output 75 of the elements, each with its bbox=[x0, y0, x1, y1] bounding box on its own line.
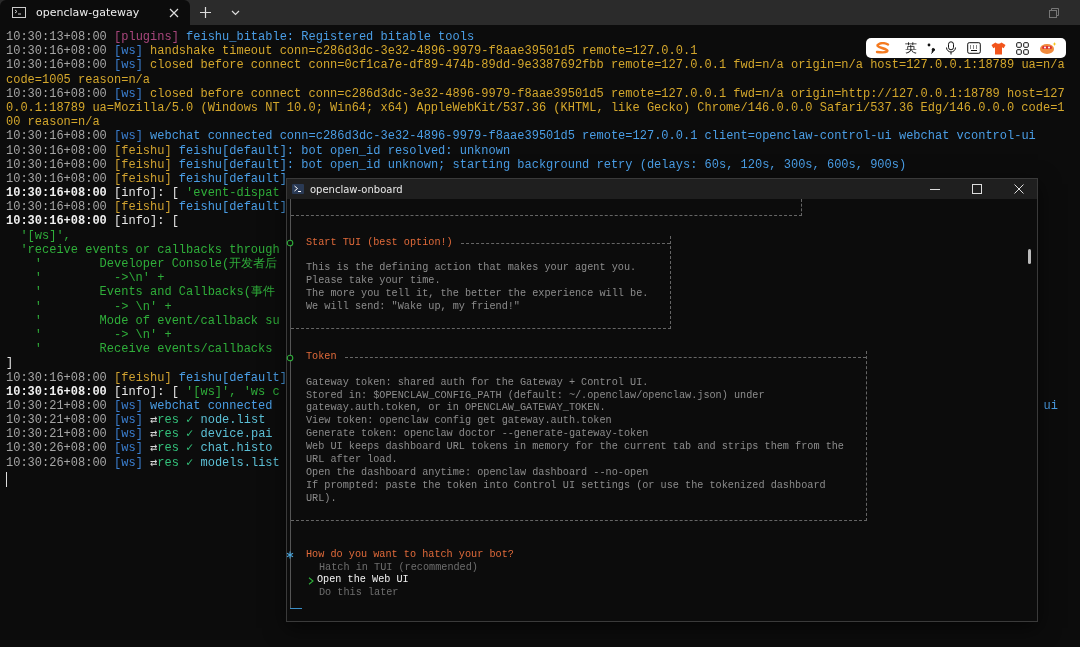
prompt-option[interactable]: Do this later bbox=[306, 587, 1037, 601]
log-line: ' ->\n' + bbox=[33, 271, 165, 286]
log-line: ' Receive events/callbacks bbox=[33, 342, 273, 357]
note-text: URL). bbox=[306, 492, 338, 506]
log-line: 10:30:16+08:00 [info]: [ 'event-dispat bbox=[6, 186, 280, 201]
window-title: openclaw-onboard bbox=[310, 183, 404, 195]
log-line: 10:30:26+08:00 [ws] ⇄res ✓ models.list bbox=[6, 455, 280, 470]
log-line: 10:30:16+08:00 [feishu] feishu[default]: bot open_id resolved: unknown bbox=[6, 143, 511, 158]
close-icon bbox=[1014, 184, 1024, 194]
log-line: ' Events and Callbacks(事件 bbox=[33, 285, 275, 300]
punctuation-icon bbox=[927, 42, 935, 54]
log-line: 10:30:16+08:00 [feishu] feishu[default] bbox=[6, 370, 287, 385]
log-line: 10:30:21+08:00 [ws] ⇄res ✓ node.list bbox=[6, 413, 266, 428]
note-text: Open the dashboard anytime: openclaw dashboard --no-open bbox=[306, 466, 650, 480]
note-text: This is the defining action that makes your agent you. bbox=[306, 262, 638, 275]
note-text: URL after load. bbox=[306, 454, 399, 467]
terminal-tab[interactable]: openclaw-gateway bbox=[0, 0, 190, 25]
log-line: 0.0.1:18789 ua=Mozilla/5.0 (Windows NT 10.0; Win64; x64) AppleWebKit/537.36 (KHTML, like Gecko) Chrome/146.0.0.0 Safari/537.36 Edg/146.0.0.0 code=1 bbox=[6, 100, 1065, 116]
text-cursor bbox=[6, 471, 7, 487]
powershell-icon bbox=[292, 184, 304, 194]
prompt-question: How do you want to hatch your bot? bbox=[306, 548, 515, 562]
note-text: We will send: "Wake up, my friend!" bbox=[306, 300, 521, 314]
grid-icon bbox=[1016, 41, 1029, 55]
log-line: code=1005 reason=n/a bbox=[6, 72, 151, 87]
maximize-icon bbox=[972, 184, 982, 194]
log-line: ' Mode of event/callback su bbox=[33, 313, 280, 328]
caret-icon bbox=[231, 9, 240, 16]
microphone-icon bbox=[945, 41, 957, 55]
log-line: ' Developer Console(开发者后 bbox=[33, 257, 278, 272]
note-text: View token: openclaw config get gateway.auth.token bbox=[306, 415, 613, 428]
note-text: Gateway token: shared auth for the Gateway + Control UI. bbox=[306, 376, 650, 390]
scrollbar-thumb bbox=[1028, 249, 1031, 264]
prompt-option[interactable]: Hatch in TUI (recommended) bbox=[306, 561, 1037, 575]
log-line: '[ws]', bbox=[19, 228, 71, 243]
log-line: 00 reason=n/a bbox=[6, 115, 100, 130]
log-line: ' -> \n' + bbox=[33, 327, 172, 343]
note-text: If prompted: paste the token into Control UI settings (or use the tokenized dashboard bbox=[306, 479, 827, 493]
close-icon bbox=[169, 7, 179, 18]
log-line: 10:30:16+08:00 [info]: [ '[ws]', 'ws c bbox=[6, 384, 280, 399]
keyboard-icon bbox=[967, 42, 981, 54]
prompt-option[interactable]: Open the Web UI bbox=[306, 574, 1037, 588]
log-line: 10:30:16+08:00 [ws] closed before connect conn=c286d3dc-3e32-4896-9979-f8aae39501d5 remote=127.0.0.1 fwd=n/a origin=http://127.0.0.1:18789 host=127 bbox=[6, 86, 1065, 101]
log-line: 10:30:21+08:00 [ws] webchat connected bbox=[6, 398, 273, 414]
log-line: 10:30:16+08:00 [ws] webchat connected conn=c286d3dc-3e32-4896-9979-f8aae39501d5 remote=127.0.0.1 client=openclaw-control-ui webchat vcontrol-ui bbox=[6, 129, 1036, 144]
note-text: Web UI keeps dashboard URL tokens in memory for the current tab and strips them from the bbox=[306, 441, 844, 454]
log-line: 10:30:16+08:00 [ws] closed before connect conn=0cf1ca7e-df89-474b-89dd-9e3387692fbb remote=127.0.0.1 fwd=n/a origin=n/a host=127.0.0.1:18789 ua=n/a bbox=[6, 58, 1065, 73]
mascot-icon bbox=[1039, 41, 1057, 55]
log-line: 10:30:16+08:00 [feishu] feishu[default]: bot open_id unknown; starting background retry (delays: 60s, 120s, 300s, 600s, 900s) bbox=[6, 157, 907, 172]
log-line: 'receive events or callbacks through bbox=[19, 242, 280, 257]
log-line: 10:30:16+08:00 [feishu] feishu[default] bbox=[6, 200, 287, 215]
log-line: 10:30:26+08:00 [ws] ⇄res ✓ chat.histo bbox=[6, 441, 273, 456]
section-title: Token bbox=[306, 351, 337, 365]
log-line: ] bbox=[6, 356, 14, 371]
terminal-icon bbox=[12, 7, 26, 18]
note-text: Generate token: openclaw doctor --generate-gateway-token bbox=[306, 428, 650, 441]
minimize-icon bbox=[930, 188, 940, 190]
chevron-icon bbox=[308, 576, 314, 585]
restore-icon bbox=[1049, 7, 1059, 18]
asterisk-icon bbox=[286, 550, 294, 559]
log-line: 10:30:16+08:00 [info]: [ bbox=[6, 214, 179, 229]
log-line: 10:30:21+08:00 [ws] ⇄res ✓ device.pai bbox=[6, 427, 273, 442]
note-text: Please take your time. bbox=[306, 274, 442, 288]
log-line: ui bbox=[1043, 398, 1059, 414]
note-text: The more you tell it, the better the experience will be. bbox=[306, 287, 649, 301]
shirt-icon bbox=[991, 41, 1006, 55]
plus-icon bbox=[200, 7, 211, 18]
note-text: Stored in: $OPENCLAW_CONFIG_PATH (default: ~/.openclaw/openclaw.json) under bbox=[306, 389, 766, 402]
note-text: gateway.auth.token, or in OPENCLAW_GATEWAY_TOKEN. bbox=[306, 402, 607, 415]
logo-icon bbox=[875, 42, 891, 54]
language-toggle[interactable]: 英 bbox=[902, 38, 920, 58]
log-line: ' -> \n' + bbox=[33, 299, 172, 314]
section-title: Start TUI (best option!) bbox=[306, 236, 453, 250]
log-line: 10:30:13+08:00 [plugins] feishu_bitable: Registered bitable tools bbox=[6, 30, 475, 45]
log-line: 10:30:16+08:00 [ws] handshake timeout conn=c286d3dc-3e32-4896-9979-f8aae39501d5 remote=127.0.0.1 bbox=[6, 44, 698, 59]
log-line: 10:30:16+08:00 [feishu] feishu[default] bbox=[6, 171, 287, 187]
